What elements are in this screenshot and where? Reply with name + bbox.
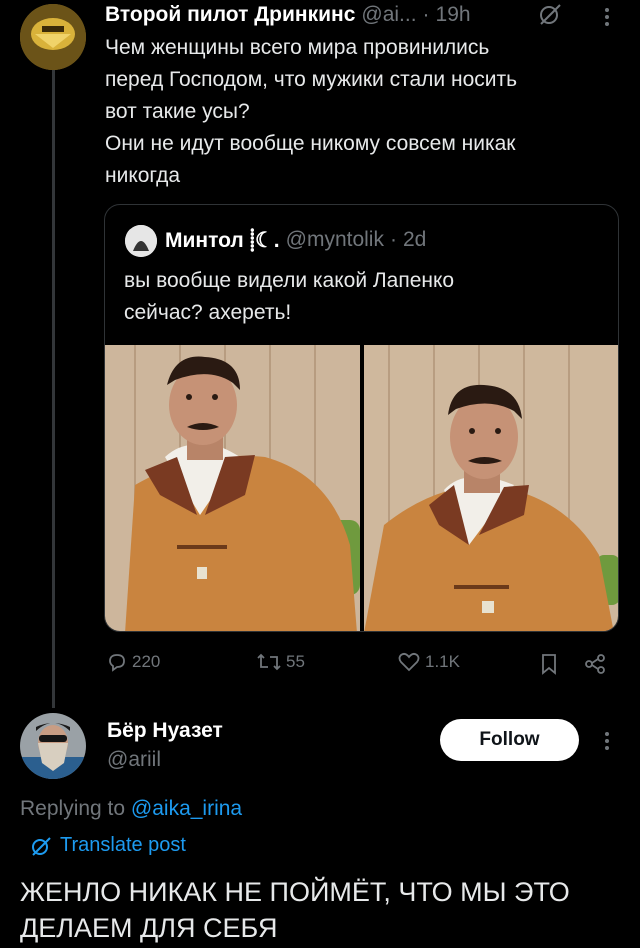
quoted-author-handle: @myntolik xyxy=(285,228,384,251)
author-name[interactable]: Второй пилот Дринкинс xyxy=(105,3,355,27)
replying-prefix: Replying to xyxy=(20,797,126,820)
follow-button[interactable]: Follow xyxy=(440,719,579,761)
quoted-text-line: вы вообще видели какой Лапенко xyxy=(124,269,455,292)
reply-text-line: ЖЕНЛО НИКАК НЕ ПОЙМЁТ, ЧТО МЫ ЭТО xyxy=(20,877,570,907)
reply-text: ЖЕНЛО НИКАК НЕ ПОЙМЁТ, ЧТО МЫ ЭТО ДЕЛАЕМ… xyxy=(20,874,630,946)
tweet-header: Второй пилот Дринкинс @ai... · 19h xyxy=(105,0,471,30)
more-icon[interactable] xyxy=(600,728,614,754)
tweet-text-line: Чем женщины всего мира провинились xyxy=(105,36,490,59)
repost-icon xyxy=(257,653,281,671)
translate-icon xyxy=(32,836,51,856)
tweet-text-line: перед Господом, что мужики стали носить xyxy=(105,68,518,91)
reply-author-avatar[interactable] xyxy=(20,713,86,779)
quoted-time: 2d xyxy=(402,228,427,251)
replying-handle-link[interactable]: @aika_irina xyxy=(131,797,242,820)
quoted-header: Минтол ⸽☾. @myntolik · 2d xyxy=(165,226,426,254)
repost-count: 55 xyxy=(286,652,305,671)
reply-icon xyxy=(109,654,125,672)
reply-author-name[interactable]: Бёр Нуазет xyxy=(107,719,223,743)
bookmark-icon[interactable] xyxy=(540,653,558,680)
grok-icon[interactable] xyxy=(536,2,564,28)
reply-text-line: ДЕЛАЕМ ДЛЯ СЕБЯ xyxy=(20,913,278,943)
quoted-author-avatar xyxy=(125,225,157,257)
tweet-time[interactable]: 19h xyxy=(436,3,471,27)
more-icon[interactable] xyxy=(600,4,614,30)
quoted-photo-1[interactable] xyxy=(105,345,360,631)
author-avatar[interactable] xyxy=(20,4,86,70)
tweet-text-line: никогда xyxy=(105,164,181,187)
repost-action[interactable]: 55 xyxy=(256,651,305,673)
reply-count: 220 xyxy=(132,652,161,671)
quoted-text: вы вообще видели какой Лапенко сейчас? а… xyxy=(124,265,604,329)
reply-author-handle[interactable]: @ariil xyxy=(107,748,161,772)
quoted-author-name: Минтол ⸽☾. xyxy=(165,229,280,252)
thread-line xyxy=(52,68,55,708)
replying-to: Replying to @aika_irina xyxy=(20,797,242,821)
share-icon[interactable] xyxy=(584,653,606,680)
quoted-tweet[interactable]: Минтол ⸽☾. @myntolik · 2d вы вообще виде… xyxy=(104,204,619,632)
like-action[interactable]: 1.1K xyxy=(397,651,460,673)
translate-post[interactable]: Translate post xyxy=(30,834,186,857)
quoted-text-line: сейчас? ахереть! xyxy=(124,301,292,324)
tweet-text-line: вот такие усы? xyxy=(105,100,250,123)
translate-label: Translate post xyxy=(60,834,186,856)
separator-dot: · xyxy=(422,3,430,26)
tweet-text-line: Они не идут вообще никому совсем никак xyxy=(105,132,516,155)
like-count: 1.1K xyxy=(425,652,460,671)
reply-action[interactable]: 220 xyxy=(106,651,160,673)
tweet-text: Чем женщины всего мира провинились перед… xyxy=(105,32,625,192)
author-handle[interactable]: @ai... xyxy=(361,3,416,27)
like-icon xyxy=(398,652,420,672)
separator-dot: · xyxy=(389,228,397,251)
quoted-photo-2[interactable] xyxy=(364,345,618,631)
